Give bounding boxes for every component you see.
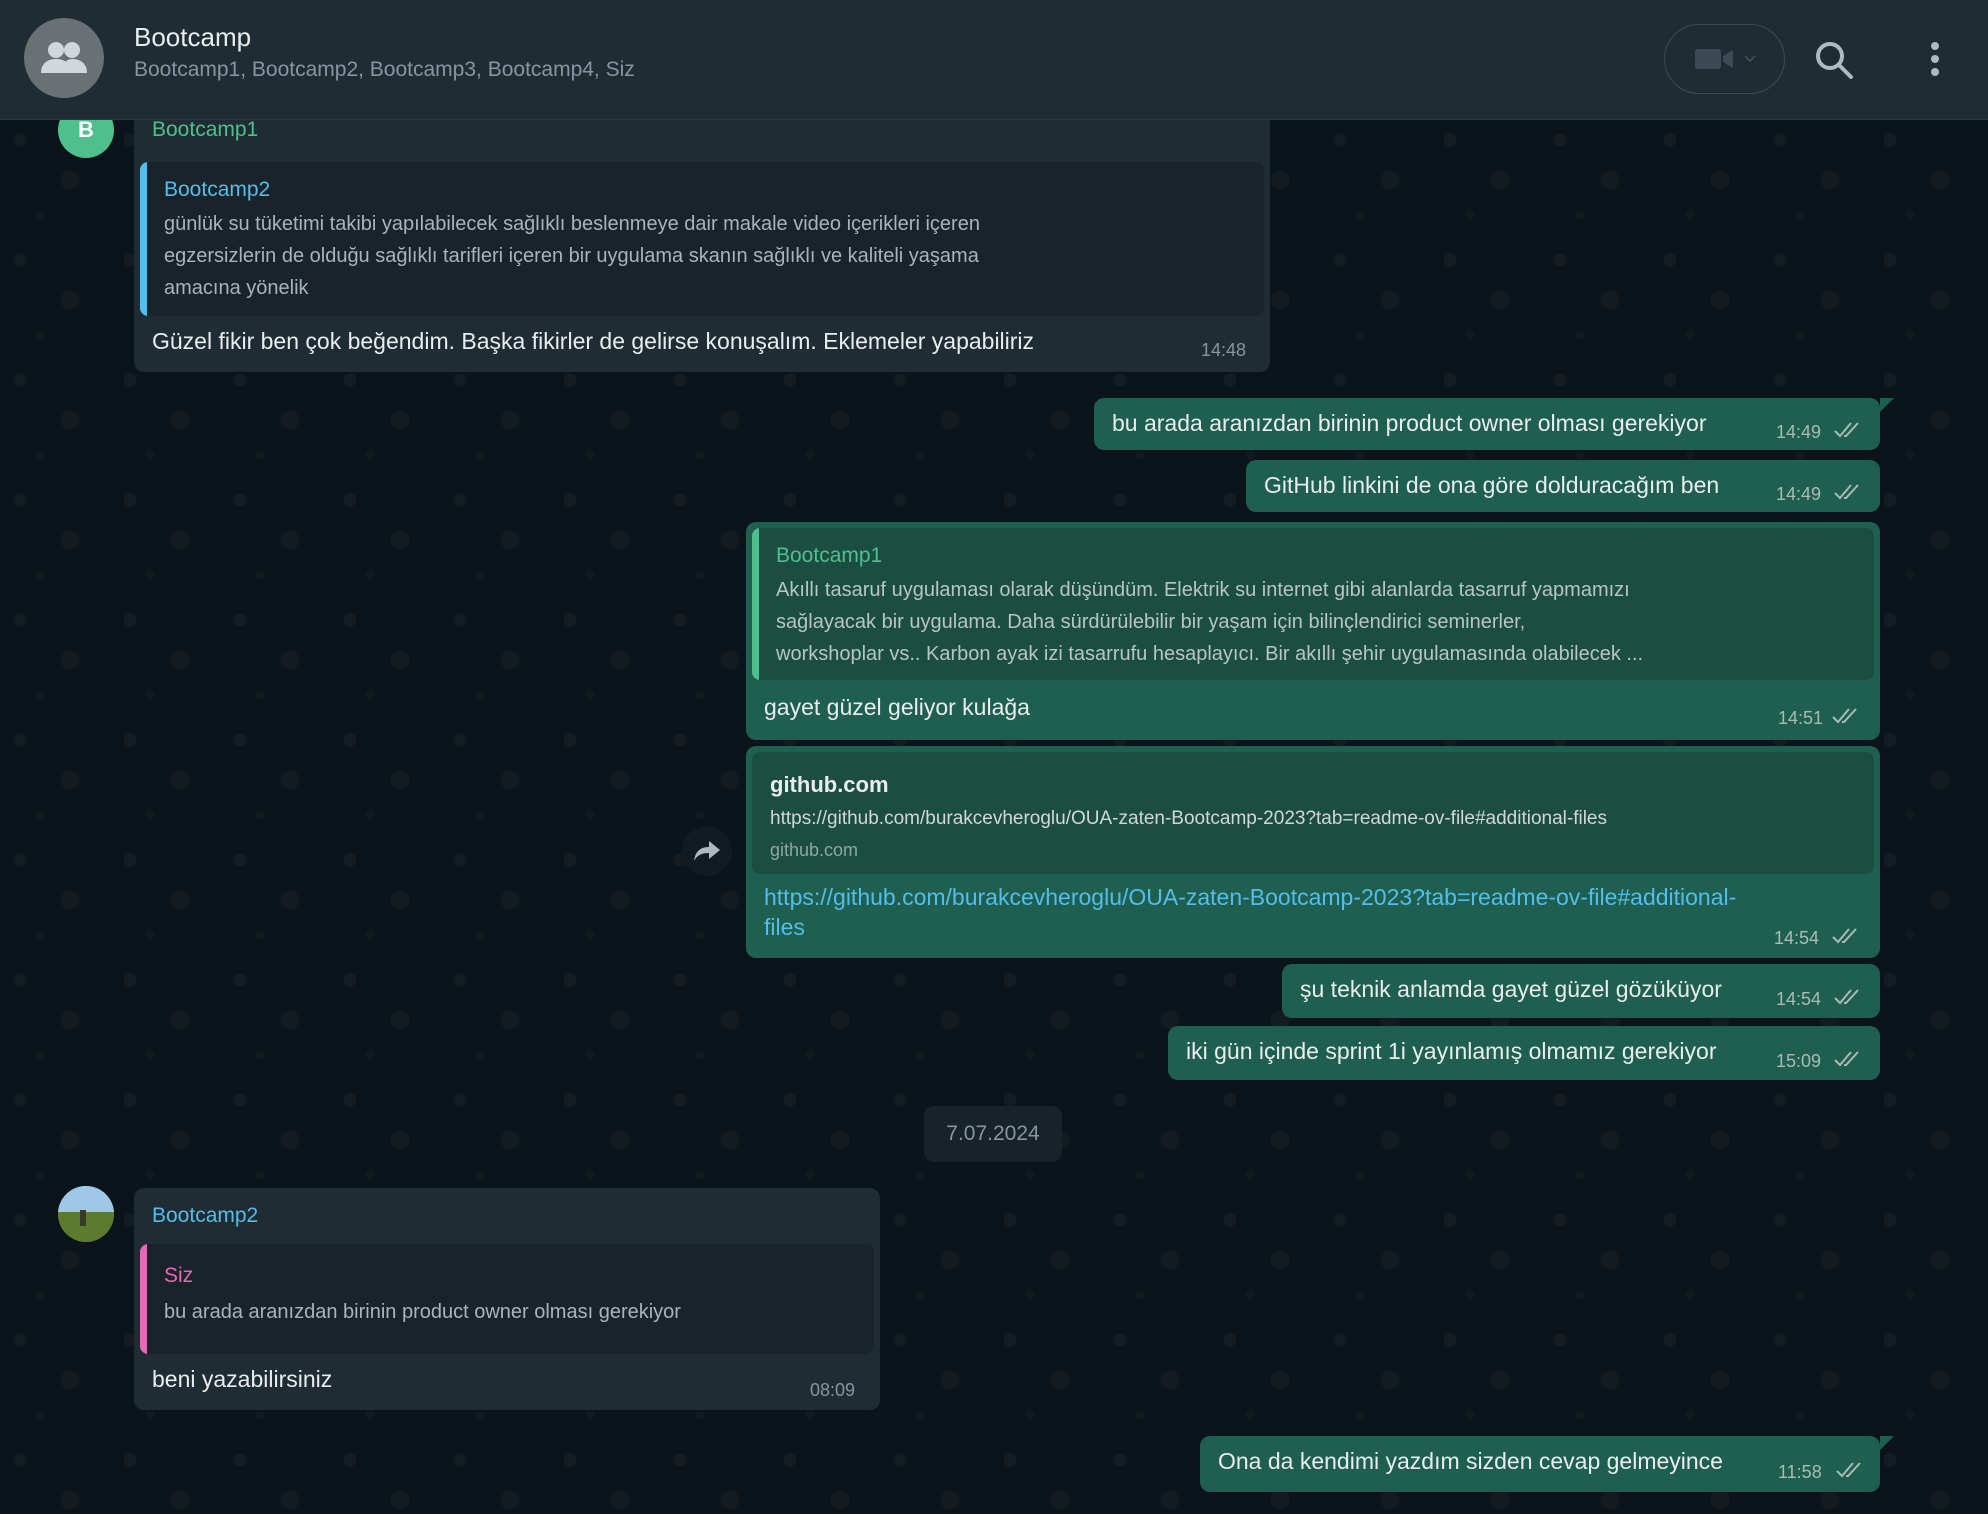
outgoing-message[interactable]: Bootcamp1 Akıllı tasaruf uygulaması olar… — [746, 522, 1880, 740]
message-time: 14:51 — [1778, 708, 1824, 728]
message-time: 15:09 — [1776, 1051, 1822, 1071]
outgoing-message[interactable]: bu arada aranızdan birinin product owner… — [1094, 398, 1880, 450]
video-camera-icon — [1694, 49, 1733, 69]
link-preview-title: github.com — [770, 772, 889, 797]
message-text: GitHub linkini de ona göre dolduracağım … — [1264, 472, 1720, 498]
message-time: 14:54 — [1774, 928, 1820, 948]
message-link[interactable]: https://github.com/burakcevheroglu/OUA-z… — [764, 882, 1736, 912]
chat-participants[interactable]: Bootcamp1, Bootcamp2, Bootcamp3, Bootcam… — [134, 58, 635, 82]
link-preview[interactable]: github.com https://github.com/burakcevhe… — [752, 752, 1874, 874]
incoming-message[interactable]: Bootcamp2 Siz bu arada aranızdan birinin… — [134, 1188, 880, 1410]
read-ticks-icon — [1834, 989, 1859, 1005]
message-time: 11:58 — [1778, 1462, 1822, 1482]
message-time: 14:49 — [1776, 422, 1822, 442]
date-divider: 7.07.2024 — [924, 1106, 1062, 1162]
message-text: gayet güzel geliyor kulağa — [764, 694, 1030, 720]
message-text: iki gün içinde sprint 1i yayınlamış olma… — [1186, 1038, 1717, 1064]
message-text: beni yazabilirsiniz — [152, 1366, 333, 1392]
group-icon — [41, 42, 87, 73]
sender-name[interactable]: Bootcamp1 — [152, 118, 258, 142]
outgoing-message[interactable]: şu teknik anlamda gayet güzel gözüküyor … — [1282, 964, 1880, 1018]
message-text: Ona da kendimi yazdım sizden cevap gelme… — [1218, 1448, 1723, 1474]
chevron-down-icon — [1743, 55, 1756, 63]
quote-line: sağlayacak bir uygulama. Daha sürdürüleb… — [776, 611, 1526, 633]
outgoing-message[interactable]: github.com https://github.com/burakcevhe… — [746, 746, 1880, 958]
sender-name[interactable]: Bootcamp2 — [152, 1204, 258, 1228]
search-icon[interactable] — [1814, 40, 1854, 80]
quote-sender: Siz — [164, 1264, 194, 1287]
message-text: bu arada aranızdan birinin product owner… — [1112, 410, 1707, 436]
chat-header[interactable]: Bootcamp Bootcamp1, Bootcamp2, Bootcamp3… — [0, 0, 1988, 120]
read-ticks-icon — [1836, 1462, 1861, 1478]
forward-arrow-icon — [694, 841, 720, 861]
incoming-message[interactable]: Bootcamp1 Bootcamp2 günlük su tüketimi t… — [134, 106, 1270, 372]
message-text: Güzel fikir ben çok beğendim. Başka fiki… — [152, 328, 1035, 354]
message-time: 14:48 — [1201, 340, 1247, 360]
quoted-message[interactable]: Bootcamp1 Akıllı tasaruf uygulaması olar… — [752, 528, 1874, 680]
menu-dots-icon[interactable] — [1920, 40, 1950, 80]
quoted-message[interactable]: Siz bu arada aranızdan birinin product o… — [140, 1244, 874, 1354]
outgoing-message[interactable]: iki gün içinde sprint 1i yayınlamış olma… — [1168, 1026, 1880, 1080]
link-preview-url: https://github.com/burakcevheroglu/OUA-z… — [770, 808, 1607, 829]
message-time: 14:49 — [1776, 484, 1822, 504]
read-ticks-icon — [1834, 484, 1859, 500]
quote-line: bu arada aranızdan birinin product owner… — [164, 1301, 681, 1323]
avatar-bootcamp2[interactable] — [58, 1186, 114, 1242]
message-text: şu teknik anlamda gayet güzel gözüküyor — [1300, 976, 1722, 1002]
message-time: 14:54 — [1776, 989, 1822, 1009]
video-call-button[interactable] — [1664, 24, 1785, 94]
quote-bar — [140, 162, 147, 316]
read-ticks-icon — [1834, 1051, 1859, 1067]
group-avatar[interactable] — [24, 18, 104, 98]
forward-button[interactable] — [682, 826, 732, 876]
quote-line: workshoplar vs.. Karbon ayak izi tasarru… — [776, 643, 1644, 665]
quote-sender: Bootcamp2 — [164, 178, 271, 201]
chat-title[interactable]: Bootcamp — [134, 22, 251, 53]
quote-line: günlük su tüketimi takibi yapılabilecek … — [164, 213, 980, 235]
outgoing-message[interactable]: GitHub linkini de ona göre dolduracağım … — [1246, 460, 1880, 512]
quote-line: amacına yönelik — [164, 277, 309, 299]
quote-bar — [140, 1244, 147, 1354]
quoted-message[interactable]: Bootcamp2 günlük su tüketimi takibi yapı… — [140, 162, 1264, 316]
link-preview-domain: github.com — [770, 840, 859, 860]
quote-sender: Bootcamp1 — [776, 544, 883, 567]
bubble-tail — [1880, 398, 1894, 412]
read-ticks-icon — [1834, 422, 1859, 438]
landscape-photo-icon — [58, 1186, 114, 1242]
quote-line: egzersizlerin de olduğu sağlıklı tarifle… — [164, 245, 979, 267]
outgoing-message[interactable]: Ona da kendimi yazdım sizden cevap gelme… — [1200, 1436, 1880, 1492]
quote-line: Akıllı tasaruf uygulaması olarak düşündü… — [776, 579, 1630, 601]
message-time: 08:09 — [810, 1380, 856, 1400]
message-link[interactable]: files — [764, 912, 805, 942]
read-ticks-icon — [1832, 928, 1857, 944]
quote-bar — [752, 528, 759, 680]
bubble-tail — [1880, 1436, 1894, 1450]
read-ticks-icon — [1832, 708, 1857, 724]
